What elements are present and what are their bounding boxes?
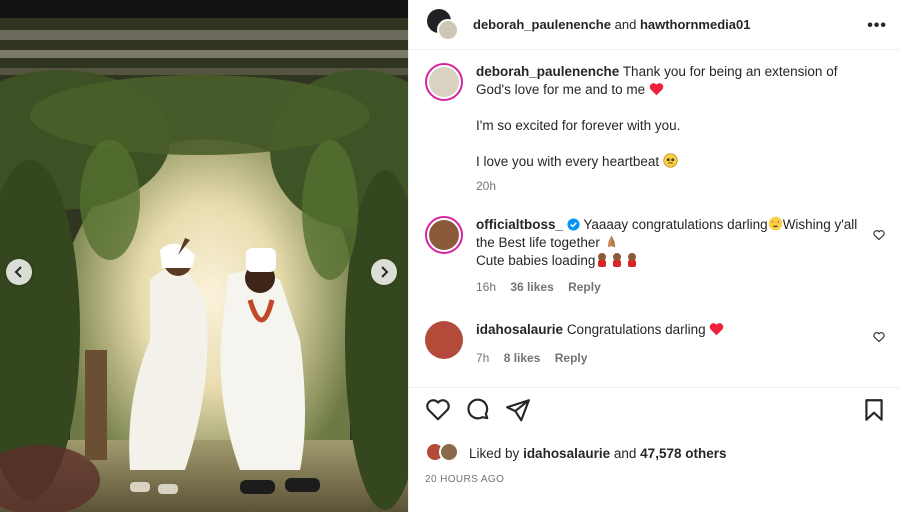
author-username[interactable]: deborah_paulenenche xyxy=(473,17,611,32)
comment-username[interactable]: idahosalaurie xyxy=(476,322,563,337)
comment-time: 7h xyxy=(476,351,490,365)
post-authors: deborah_paulenenche and hawthornmedia01 xyxy=(473,17,750,32)
caption-time: 20h xyxy=(476,179,497,193)
share-icon[interactable] xyxy=(505,397,531,423)
red-heart-emoji-icon xyxy=(649,83,664,96)
red-heart-emoji-icon xyxy=(710,323,724,336)
like-comment-icon[interactable] xyxy=(873,229,885,241)
caption-line2: I'm so excited for forever with you. xyxy=(476,118,681,133)
authors-conjunction: and xyxy=(614,17,637,32)
comment-body: idahosalaurie Congratulations darling 7h… xyxy=(476,321,861,367)
comment-text-3: Cute babies loading xyxy=(476,253,596,268)
liked-by: Liked by idahosalaurie and 47,578 others xyxy=(425,442,726,464)
collaborator-avatar[interactable] xyxy=(437,18,459,41)
caption-avatar[interactable] xyxy=(425,63,463,101)
author-avatar-group[interactable] xyxy=(427,8,459,41)
more-options-button[interactable]: ••• xyxy=(867,17,887,35)
baby-emoji-icon xyxy=(598,253,637,267)
star-struck-emoji-icon xyxy=(768,216,782,231)
chevron-right-icon xyxy=(381,266,389,278)
comment-likes-link[interactable]: 8 likes xyxy=(504,351,541,365)
post-header: deborah_paulenenche and hawthornmedia01 … xyxy=(409,0,899,50)
previous-photo-button[interactable] xyxy=(6,259,32,285)
post-timestamp[interactable]: 20 HOURS AGO xyxy=(425,474,504,485)
folded-hands-emoji-icon xyxy=(607,235,615,248)
liked-by-user[interactable]: idahosalaurie xyxy=(523,446,610,461)
liked-by-conjunction: and xyxy=(613,445,637,461)
caption-body: deborah_paulenenche Thank you for being … xyxy=(476,63,861,195)
pleading-face-emoji-icon xyxy=(663,153,678,168)
liked-by-others[interactable]: 47,578 others xyxy=(640,446,726,461)
like-comment-icon[interactable] xyxy=(873,331,885,343)
liker-avatar xyxy=(439,442,459,462)
wedding-photo xyxy=(0,0,408,512)
comment-time: 16h xyxy=(476,280,497,294)
commenter-avatar[interactable] xyxy=(425,321,463,359)
post-photo[interactable] xyxy=(0,0,408,512)
like-icon[interactable] xyxy=(425,397,451,423)
reply-button[interactable]: Reply xyxy=(555,351,588,365)
post-actions xyxy=(425,397,883,429)
collaborator-username[interactable]: hawthornmedia01 xyxy=(640,17,751,32)
reply-button[interactable]: Reply xyxy=(568,280,601,294)
comment-text-1: Yaaaay congratulations darling xyxy=(583,217,768,232)
caption-line3: I love you with every heartbeat xyxy=(476,154,660,169)
comment-body: officialtboss_ Yaaaay congratulations da… xyxy=(476,216,861,296)
chevron-left-icon xyxy=(14,266,22,278)
comment-icon[interactable] xyxy=(465,397,491,423)
commenter-avatar[interactable] xyxy=(425,216,463,254)
verified-badge-icon xyxy=(567,218,580,231)
liked-by-avatars[interactable] xyxy=(425,442,465,464)
comments-list[interactable]: deborah_paulenenche Thank you for being … xyxy=(409,50,899,388)
next-photo-button[interactable] xyxy=(371,259,397,285)
post-detail-panel: deborah_paulenenche and hawthornmedia01 … xyxy=(408,0,899,512)
caption-username[interactable]: deborah_paulenenche xyxy=(476,64,619,79)
comment-username[interactable]: officialtboss_ xyxy=(476,217,563,232)
comment-text-1: Congratulations darling xyxy=(566,322,706,337)
liked-by-prefix: Liked by xyxy=(469,445,520,461)
save-icon[interactable] xyxy=(861,397,887,423)
comment-likes-link[interactable]: 36 likes xyxy=(510,280,553,294)
